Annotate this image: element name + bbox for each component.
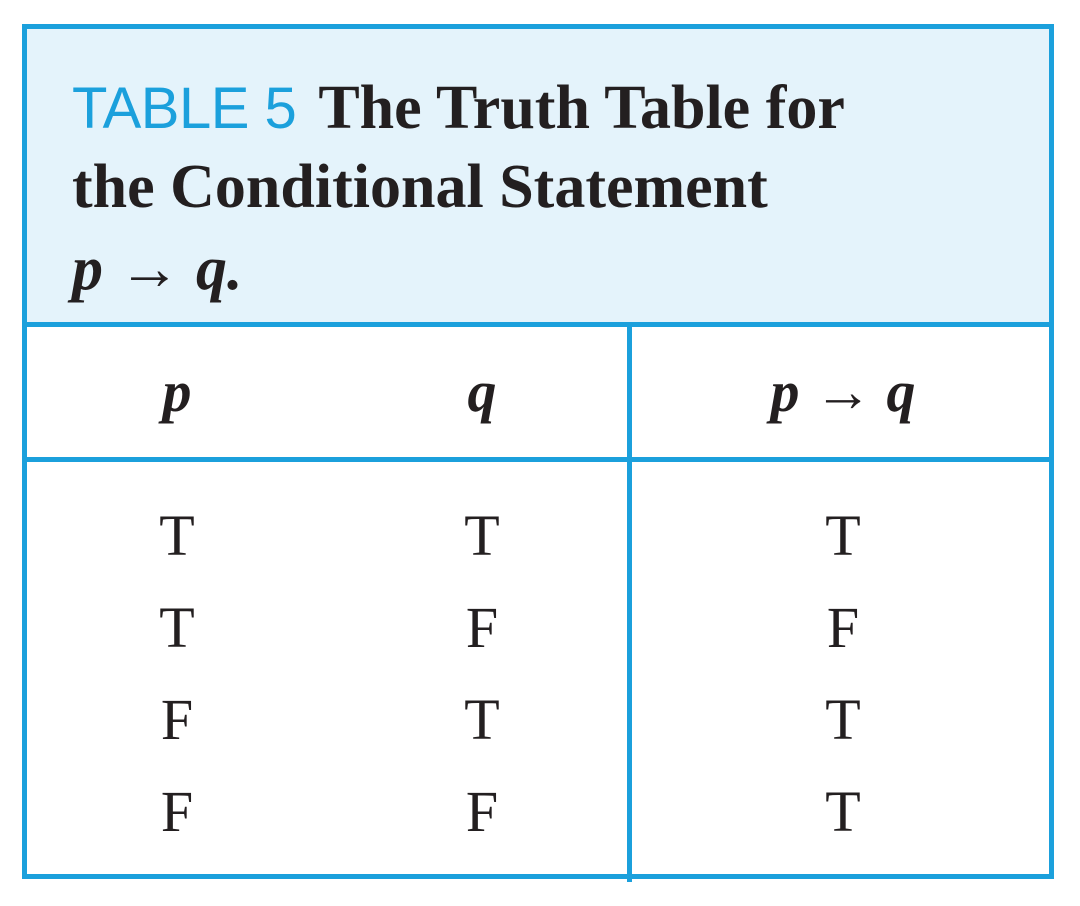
cell-q: F <box>465 595 499 660</box>
header-q: q <box>467 359 497 424</box>
truth-table-figure: TABLE 5 The Truth Table for the Condition… <box>22 24 1054 882</box>
cell-q: T <box>464 503 500 568</box>
caption-title-part-1: The Truth Table for <box>318 74 845 142</box>
cell-p: T <box>159 503 195 568</box>
cell-q: F <box>465 779 499 844</box>
caption-formula: p → q. <box>72 235 243 303</box>
table-caption: TABLE 5 The Truth Table for the Condition… <box>27 29 1049 327</box>
header-p-implies-q: p → q <box>770 359 916 424</box>
cell-p-implies-q: F <box>826 595 860 660</box>
cell-p-implies-q: T <box>825 779 861 844</box>
table-row: T F F <box>27 582 1049 674</box>
table-row: F F T <box>27 766 1049 858</box>
header-p: p <box>162 359 192 424</box>
table-body: T T T T F F F T T F F T <box>27 462 1049 874</box>
cell-p-implies-q: T <box>825 687 861 752</box>
table-header-row: p q p → q <box>27 327 1049 462</box>
table-number-label: TABLE 5 <box>72 76 297 141</box>
cell-p-implies-q: T <box>825 503 861 568</box>
table-row: F T T <box>27 674 1049 766</box>
cell-p: F <box>160 687 194 752</box>
caption-title-part-2: the Conditional Statement <box>72 153 768 221</box>
cell-p: F <box>160 779 194 844</box>
table-row: T T T <box>27 490 1049 582</box>
cell-p: T <box>159 595 195 660</box>
caption-line-1: TABLE 5 The Truth Table for <box>72 69 1009 148</box>
cell-q: T <box>464 687 500 752</box>
